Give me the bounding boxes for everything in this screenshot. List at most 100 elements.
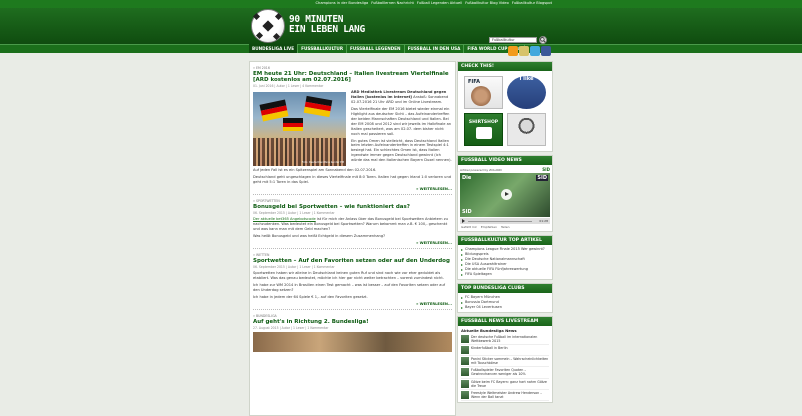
article-text: Sportwetten haben wir alleine in Deutsch…: [253, 271, 444, 281]
video-powered-by: Artikel powered by ZOLAND: [460, 167, 502, 172]
clubs-box: TOP BUNDESLIGA CLUBS FC Bayern München B…: [457, 283, 553, 313]
news-thumbnail: [461, 335, 469, 343]
news-thumbnail: [461, 379, 469, 388]
news-thumbnail: [461, 357, 469, 366]
read-more-link[interactable]: » WEITERLESEN...: [253, 241, 452, 245]
main-content: » EM 2016 EM heute 21 Uhr: Deutschland –…: [249, 61, 456, 416]
video-time: 01:28: [539, 218, 548, 223]
video-recommend-button[interactable]: Empfehlen: [481, 225, 497, 229]
article-photo[interactable]: [253, 331, 452, 352]
top-articles-box: FUSSBALLKULTUR TOP ARTIKEL Champions Lea…: [457, 235, 553, 280]
football-logo-icon[interactable]: [251, 9, 285, 43]
video-share-button[interactable]: Teilen: [501, 225, 510, 229]
german-flag-icon: [303, 96, 333, 118]
live-news-text: Fußballspieler Favoriten Quoten – Gewinn…: [471, 368, 527, 377]
fifa-label: FIFA: [468, 79, 480, 85]
search-button[interactable]: [539, 36, 547, 44]
live-news-text: Der deutsche Fußball im internationalen …: [471, 335, 538, 344]
search-bar: [489, 36, 547, 44]
article-body: Sportwetten haben wir alleine in Deutsch…: [253, 271, 452, 300]
article-category[interactable]: » BUNDESLIGA: [253, 314, 452, 318]
top-bar: Champions in der Bundesliga Fußballlerne…: [0, 0, 802, 8]
search-icon: [540, 37, 546, 43]
search-input[interactable]: [489, 37, 537, 43]
main-nav: BUNDESLIGA LIVE FUSSBALLKULTUR FUSSBALL …: [249, 44, 525, 53]
article-meta: 01. Juni 2016 | Autor | 1 Leser | 4 Komm…: [253, 84, 324, 89]
article-meta: 06. September 2015 | Autor | 1 Leser | 1…: [253, 211, 335, 216]
top-link[interactable]: Fußballlernen Nachricht: [371, 1, 414, 5]
facebook-icon[interactable]: [541, 46, 551, 56]
live-news-item[interactable]: Kinderfußball in Berlin: [461, 345, 549, 357]
site-title[interactable]: 90 MINUTEN EIN LEBEN LANG: [289, 15, 365, 35]
live-news-text: Kinderfußball in Berlin: [471, 346, 508, 351]
fifa-game-banner[interactable]: FIFA: [464, 76, 503, 109]
check-this-box: CHECK THIS! FIFA I like facebook on SHIR…: [457, 61, 553, 152]
article-text: Deutschland geht ungeschlagen in dieses …: [253, 175, 451, 185]
read-more-link[interactable]: » WEITERLESEN...: [253, 302, 452, 306]
top-article-link[interactable]: FIFA Spieltagen: [461, 272, 549, 277]
article-text: Ich habe in jedem der 64 Spiele € 1,- au…: [253, 294, 368, 299]
live-news-item[interactable]: Fußballspieler Favoriten Quoten – Gewinn…: [461, 367, 549, 379]
live-news-item[interactable]: Panini Sticker sammeln – Wahrscheinlichk…: [461, 356, 549, 368]
livestream-heading: FUSSBALL NEWS LIVESTREAM: [458, 317, 552, 326]
nav-bundesliga-live[interactable]: BUNDESLIGA LIVE: [249, 44, 299, 53]
top-links: Champions in der Bundesliga Fußballlerne…: [316, 1, 552, 5]
shirtshop-label: SHIRTSHOP: [468, 120, 499, 125]
facebook-like-button[interactable]: I like facebook on: [507, 76, 546, 148]
live-news-text: Freestyle Weltmeister Andrew Henderson –…: [471, 390, 542, 399]
article-text: Ich habe zur WM 2014 in Brasilien einen …: [253, 282, 446, 292]
article-title[interactable]: Sportwetten – Auf den Favoriten setzen o…: [253, 258, 452, 264]
article-text: Was heißt Bonusgeld und was heißt Echtge…: [253, 234, 386, 239]
shirtshop-banner[interactable]: SHIRTSHOP: [464, 113, 503, 146]
article-title[interactable]: Auf geht's in Richtung 2. Bundesliga!: [253, 319, 452, 325]
club-link[interactable]: Bayer 04 Leverkusen: [461, 305, 549, 310]
video-like-button[interactable]: Gefällt mir: [461, 225, 477, 229]
livestream-subheading: Aktuelle Bundesliga News: [461, 328, 517, 333]
site-header: [0, 8, 802, 44]
live-news-item[interactable]: Der deutsche Fußball im internationalen …: [461, 334, 549, 346]
play-small-icon[interactable]: [462, 219, 465, 223]
player-portrait[interactable]: [507, 113, 546, 146]
live-news-item[interactable]: Freestyle Weltmeister Andrew Henderson –…: [461, 390, 549, 401]
play-icon[interactable]: [501, 189, 512, 200]
article-meta: 27. August 2015 | Autor | 1 Leser | 1 Ko…: [253, 325, 329, 330]
video-player[interactable]: Die SID SID: [460, 173, 550, 217]
nav-fussball-usa[interactable]: FUSSBALL IN DEN USA: [405, 44, 465, 53]
rss-icon[interactable]: [508, 46, 518, 56]
top-link[interactable]: Fußballkultur Blog Video: [465, 1, 509, 5]
video-sid-logo: SID: [536, 175, 548, 181]
clubs-heading: TOP BUNDESLIGA CLUBS: [458, 284, 552, 293]
sid-logo: SID: [542, 167, 550, 172]
article-photo[interactable]: Foto: Deutschlandfans bei der EM: [253, 92, 346, 167]
check-this-heading: CHECK THIS!: [458, 62, 552, 71]
article: » WETTEN Sportwetten – Auf den Favoriten…: [253, 253, 452, 310]
article-category[interactable]: » SPORTWETTEN: [253, 199, 452, 203]
article: » SPORTWETTEN Bonusgeld bei Sportwetten …: [253, 199, 452, 249]
video-sid-logo: SID: [462, 209, 472, 215]
video-progress[interactable]: [468, 220, 532, 222]
top-link[interactable]: Champions in der Bundesliga: [316, 1, 369, 5]
article-inline-link[interactable]: Der aktuelle bet365 Angebotscode: [253, 217, 316, 221]
bookmark-icon[interactable]: [519, 46, 529, 56]
article-text: Auf jeden Fall ist es ein Spitzenspiel a…: [253, 168, 377, 173]
top-link[interactable]: Fußballkultur Blogspot: [512, 1, 552, 5]
news-thumbnail: [461, 346, 469, 355]
nav-fussballkultur[interactable]: FUSSBALLKULTUR: [298, 44, 348, 53]
sidebar: CHECK THIS! FIFA I like facebook on SHIR…: [457, 61, 553, 416]
article-title[interactable]: EM heute 21 Uhr: Deutschland – Italien l…: [253, 71, 452, 83]
top-link[interactable]: Fußball Legenden Aktuell: [417, 1, 462, 5]
german-flag-icon: [283, 118, 303, 132]
article-title[interactable]: Bonusgeld bei Sportwetten – wie funktion…: [253, 204, 452, 210]
twitter-icon[interactable]: [530, 46, 540, 56]
site-title-line2: EIN LEBEN LANG: [289, 24, 365, 35]
read-more-link[interactable]: » WEITERLESEN...: [253, 187, 452, 191]
live-news-item[interactable]: Götze beim FC Bayern: ganz hart nahm Göt…: [461, 379, 549, 390]
article-meta: 06. September 2015 | Autor | 1 Leser | 1…: [253, 265, 335, 270]
article-category[interactable]: » WETTEN: [253, 253, 452, 257]
nav-fussball-legenden[interactable]: FUSSBALL LEGENDEN: [347, 44, 405, 53]
top-articles-heading: FUSSBALLKULTUR TOP ARTIKEL: [458, 236, 552, 245]
facebook-text-line: I like: [519, 76, 534, 82]
article-body: Foto: Deutschlandfans bei der EM ARD Med…: [253, 90, 452, 185]
article-category[interactable]: » EM 2016: [253, 66, 452, 70]
video-caption: Die: [462, 175, 472, 181]
